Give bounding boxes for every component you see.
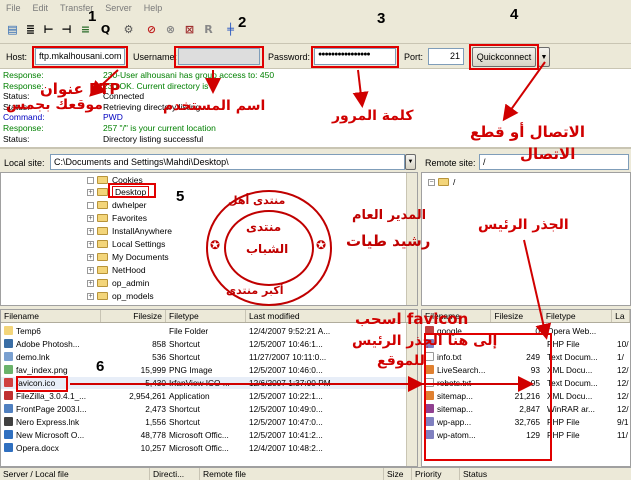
annotation-connect-line2: الاتصال [520, 145, 576, 163]
annotation-password: كلمة المرور [332, 108, 414, 124]
annotation-number: 1 [88, 8, 97, 25]
star-icon: ✪ [210, 238, 221, 252]
watermark-text-center1: منتدى [246, 220, 282, 234]
annotation-favicon-line3: للموقع [377, 353, 425, 369]
credit-line2: رشيد طيات [346, 232, 431, 250]
annotation-connect-line1: الاتصال أو قطع [470, 123, 585, 141]
annotation-host-line2: موقعك بجمس [6, 97, 103, 113]
watermark-stamp: منتدى أهل منتدى الشباب أكبر منتدى ✪ ✪ [206, 190, 332, 306]
watermark-text-center2: الشباب [246, 242, 289, 256]
annotation-number: 4 [510, 6, 519, 23]
annotation-host-line1: FTP عنوان [40, 80, 121, 98]
annotation-number: 6 [96, 358, 105, 375]
annotation-root: الجذر الرئيس [478, 217, 569, 233]
watermark-text-top: منتدى أهل [228, 194, 286, 207]
annotation-number: 3 [377, 10, 386, 27]
annotation-favicon-line1: favicon اسحب [355, 310, 469, 328]
annotation-username: اسم المستخدم [163, 98, 266, 114]
credit-line1: المدير العام [352, 208, 427, 223]
watermark-text-bottom: أكبر منتدى [226, 284, 284, 297]
annotation-number: 2 [238, 14, 247, 31]
annotation-favicon-line2: إلى هنا الجذر الرئيس [352, 333, 498, 349]
star-icon: ✪ [316, 238, 327, 252]
annotation-number: 5 [176, 188, 185, 205]
